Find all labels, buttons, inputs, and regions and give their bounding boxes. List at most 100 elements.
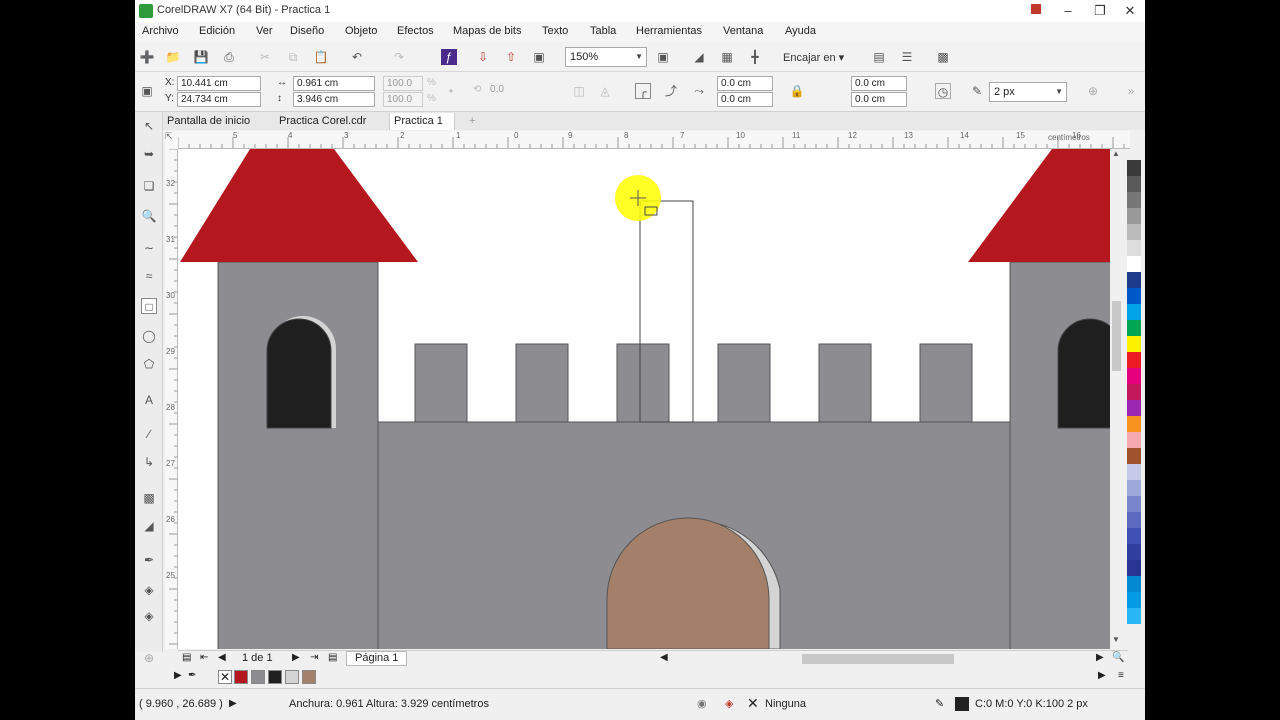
parallel-dimension-tool-icon[interactable]: ∕ <box>141 426 157 442</box>
palette-swatch[interactable] <box>1127 368 1141 384</box>
rectangle-tool-icon[interactable]: □ <box>141 298 157 314</box>
scroll-right-icon[interactable]: ▶ <box>1098 670 1106 681</box>
export-icon[interactable]: ⇧ <box>503 49 519 65</box>
palette-swatch[interactable] <box>1127 416 1141 432</box>
lock-corners-icon[interactable]: 🔒 <box>789 83 805 99</box>
save-icon[interactable]: 💾 <box>193 49 209 65</box>
print-icon[interactable]: ⎙ <box>221 49 237 65</box>
palette-swatch[interactable] <box>1127 208 1141 224</box>
smart-fill-tool-icon[interactable]: ◈ <box>141 608 157 624</box>
page-setup-icon[interactable]: ▤ <box>182 652 191 663</box>
shape-tool-icon[interactable]: ➥ <box>141 146 157 162</box>
artistic-media-tool-icon[interactable]: ≈ <box>141 268 157 284</box>
palette-swatch[interactable] <box>1127 448 1141 464</box>
corner-radius-bottom-right[interactable]: 0.0 cm <box>851 92 907 107</box>
palette-swatch[interactable] <box>1127 320 1141 336</box>
horizontal-scroll-thumb[interactable] <box>802 654 954 664</box>
more-icon[interactable]: » <box>1123 83 1139 99</box>
x-position-field[interactable]: 10.441 cm <box>177 76 261 91</box>
menu-ventana[interactable]: Ventana <box>723 25 763 37</box>
palette-swatch[interactable] <box>1127 608 1141 624</box>
next-page-icon[interactable]: ▶ <box>292 652 300 663</box>
outline-pen-icon[interactable]: ✎ <box>969 83 985 99</box>
grid-icon[interactable]: ▦ <box>719 49 735 65</box>
palette-swatch[interactable] <box>1127 336 1141 352</box>
options-icon[interactable]: ▤ <box>871 49 887 65</box>
rulers-icon[interactable]: ◢ <box>691 49 707 65</box>
search-content-icon[interactable]: ƒ <box>441 49 457 65</box>
palette-swatch[interactable] <box>1127 256 1141 272</box>
zoom-navigator-icon[interactable]: 🔍 <box>1112 652 1124 663</box>
redo-icon[interactable]: ↷ <box>391 49 407 65</box>
zoom-tool-icon[interactable]: 🔍 <box>141 208 157 224</box>
menu-ver[interactable]: Ver <box>256 25 273 37</box>
object-origin-icon[interactable]: ▣ <box>139 83 155 99</box>
minimize-button[interactable]: – <box>1053 0 1083 22</box>
add-tool-icon[interactable]: ⊕ <box>141 650 157 666</box>
rotation-field[interactable]: 0.0 <box>487 83 537 98</box>
vertical-scrollbar[interactable]: ▲ ▼ <box>1110 149 1123 649</box>
copy-icon[interactable]: ⧉ <box>285 49 301 65</box>
crop-tool-icon[interactable]: ❏ <box>141 178 157 194</box>
application-launcher-icon[interactable]: ▩ <box>935 49 951 65</box>
tab-practica-corel[interactable]: Practica Corel.cdr <box>275 113 387 130</box>
expand-palette-icon[interactable]: ≡ <box>1118 670 1124 681</box>
battlement[interactable] <box>818 343 872 423</box>
scroll-down-icon[interactable]: ▼ <box>1112 635 1120 644</box>
document-swatch[interactable] <box>302 670 316 684</box>
right-tower-window[interactable] <box>1057 318 1110 429</box>
play-icon[interactable]: ▶ <box>229 698 237 709</box>
right-tower-roof[interactable] <box>968 149 1110 262</box>
document-swatch[interactable] <box>251 670 265 684</box>
mirror-vertical-icon[interactable]: ◬ <box>597 83 613 99</box>
interactive-fill-tool-icon[interactable]: ◈ <box>141 582 157 598</box>
outline-width-select[interactable]: 2 px ▼ <box>989 82 1067 102</box>
outline-color-swatch[interactable] <box>955 697 969 711</box>
paste-icon[interactable]: 📋 <box>313 49 329 65</box>
close-button[interactable]: ✕ <box>1115 0 1145 22</box>
corner-radius-bottom-left[interactable]: 0.0 cm <box>717 92 773 107</box>
snap-to-dropdown[interactable]: Encajar en ▾ <box>783 51 844 64</box>
menu-archivo[interactable]: Archivo <box>142 25 179 37</box>
palette-swatch[interactable] <box>1127 528 1141 544</box>
palette-swatch[interactable] <box>1127 352 1141 368</box>
palette-swatch[interactable] <box>1127 304 1141 320</box>
profile-icon[interactable] <box>1021 0 1051 22</box>
first-page-icon[interactable]: ⇤ <box>200 652 208 663</box>
scroll-up-icon[interactable]: ▲ <box>1112 149 1120 158</box>
polygon-tool-icon[interactable]: ⬠ <box>141 356 157 372</box>
new-document-icon[interactable]: ➕ <box>139 49 155 65</box>
left-tower-window[interactable] <box>266 318 332 429</box>
palette-swatch[interactable] <box>1127 512 1141 528</box>
open-icon[interactable]: 📁 <box>165 49 181 65</box>
palette-swatch[interactable] <box>1127 192 1141 208</box>
palette-swatch[interactable] <box>1127 384 1141 400</box>
eyedropper-tool-icon[interactable]: ✒ <box>141 552 157 568</box>
eyedropper-icon[interactable]: ✒ <box>188 670 196 681</box>
menu-tabla[interactable]: Tabla <box>590 25 616 37</box>
castle-drawing[interactable] <box>178 149 1110 649</box>
palette-swatch[interactable] <box>1127 576 1141 592</box>
battlement[interactable] <box>717 343 771 423</box>
transparency-tool-icon[interactable]: ◢ <box>141 518 157 534</box>
text-tool-icon[interactable]: A <box>141 392 157 408</box>
scroll-right-icon[interactable]: ▶ <box>1096 652 1104 663</box>
scale-height-field[interactable]: 100.0 <box>383 92 423 107</box>
full-screen-icon[interactable]: ▣ <box>655 49 671 65</box>
menu-edicion[interactable]: Edición <box>199 25 235 37</box>
previous-page-icon[interactable]: ◀ <box>218 652 226 663</box>
menu-ayuda[interactable]: Ayuda <box>785 25 816 37</box>
freehand-tool-icon[interactable]: ∼ <box>141 240 157 256</box>
import-icon[interactable]: ⇩ <box>475 49 491 65</box>
menu-efectos[interactable]: Efectos <box>397 25 434 37</box>
document-swatch[interactable] <box>268 670 282 684</box>
zoom-level-select[interactable]: 150% ▼ <box>565 47 647 67</box>
document-swatch[interactable] <box>234 670 248 684</box>
ruler-origin-icon[interactable]: ⇱ <box>165 131 178 149</box>
drop-shadow-tool-icon[interactable]: ▩ <box>141 490 157 506</box>
relative-corner-scaling-icon[interactable]: ◷ <box>935 83 951 99</box>
scroll-left-icon[interactable]: ◀ <box>660 652 668 663</box>
menu-texto[interactable]: Texto <box>542 25 568 37</box>
object-info-icon[interactable]: ◉ <box>697 697 707 710</box>
palette-swatch[interactable] <box>1127 176 1141 192</box>
